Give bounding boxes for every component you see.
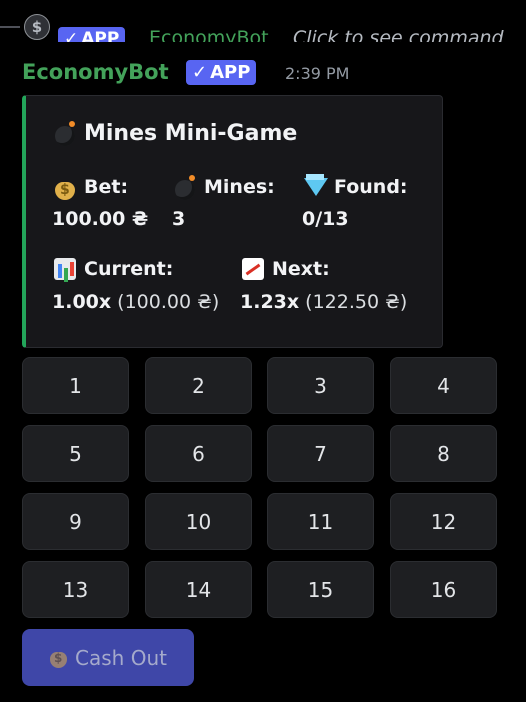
current-label: Current: bbox=[84, 258, 174, 280]
checkmark-icon: ✓ bbox=[192, 61, 208, 83]
bet-field-name: Bet: bbox=[52, 174, 128, 200]
money-bag-icon bbox=[49, 647, 69, 669]
tile-button-3[interactable]: 3 bbox=[267, 357, 374, 414]
tile-button-14[interactable]: 14 bbox=[145, 561, 252, 618]
reply-command-text[interactable]: Click to see command bbox=[293, 27, 504, 42]
current-value: 1.00x (100.00 ₴) bbox=[52, 291, 220, 313]
reply-author-name[interactable]: EconomyBot bbox=[149, 27, 269, 42]
checkmark-icon: ✓ bbox=[64, 28, 79, 42]
tile-button-11[interactable]: 11 bbox=[267, 493, 374, 550]
message-timestamp[interactable]: 2:39 PM bbox=[285, 64, 349, 83]
found-value: 0/13 bbox=[302, 208, 349, 230]
bomb-icon bbox=[172, 174, 198, 200]
reply-preview[interactable]: ✓ APP EconomyBot Click to see command bbox=[0, 12, 526, 42]
found-label: Found: bbox=[334, 176, 408, 198]
tile-button-2[interactable]: 2 bbox=[145, 357, 252, 414]
found-field-name: Found: bbox=[302, 174, 408, 200]
game-embed: Mines Mini-Game Bet: 100.00 ₴ Mines: 3 F… bbox=[22, 95, 443, 348]
cash-out-label: Cash Out bbox=[75, 645, 167, 670]
next-label: Next: bbox=[272, 258, 330, 280]
tile-button-13[interactable]: 13 bbox=[22, 561, 129, 618]
bar-chart-icon bbox=[52, 256, 78, 282]
tile-button-10[interactable]: 10 bbox=[145, 493, 252, 550]
reply-app-badge: ✓ APP bbox=[58, 27, 126, 42]
current-field-name: Current: bbox=[52, 256, 173, 282]
gem-icon bbox=[302, 174, 328, 200]
tile-button-9[interactable]: 9 bbox=[22, 493, 129, 550]
tile-button-12[interactable]: 12 bbox=[390, 493, 497, 550]
next-value: 1.23x (122.50 ₴) bbox=[240, 291, 408, 313]
mines-value: 3 bbox=[172, 208, 186, 230]
tile-button-8[interactable]: 8 bbox=[390, 425, 497, 482]
bomb-icon bbox=[52, 120, 78, 146]
tile-button-15[interactable]: 15 bbox=[267, 561, 374, 618]
tile-button-16[interactable]: 16 bbox=[390, 561, 497, 618]
mines-label: Mines: bbox=[204, 176, 275, 198]
next-field-name: Next: bbox=[240, 256, 330, 282]
tile-button-6[interactable]: 6 bbox=[145, 425, 252, 482]
cash-out-button[interactable]: Cash Out bbox=[22, 629, 194, 686]
trend-up-icon bbox=[240, 256, 266, 282]
tile-button-7[interactable]: 7 bbox=[267, 425, 374, 482]
bet-value: 100.00 ₴ bbox=[52, 208, 149, 230]
tile-button-1[interactable]: 1 bbox=[22, 357, 129, 414]
embed-title-text: Mines Mini-Game bbox=[84, 120, 298, 146]
bet-label: Bet: bbox=[84, 176, 129, 198]
app-badge: ✓ APP bbox=[186, 60, 257, 85]
tile-button-4[interactable]: 4 bbox=[390, 357, 497, 414]
embed-title: Mines Mini-Game bbox=[52, 120, 297, 146]
money-bag-icon bbox=[52, 174, 78, 200]
mines-field-name: Mines: bbox=[172, 174, 275, 200]
message-author-name[interactable]: EconomyBot bbox=[22, 60, 169, 84]
tile-button-5[interactable]: 5 bbox=[22, 425, 129, 482]
